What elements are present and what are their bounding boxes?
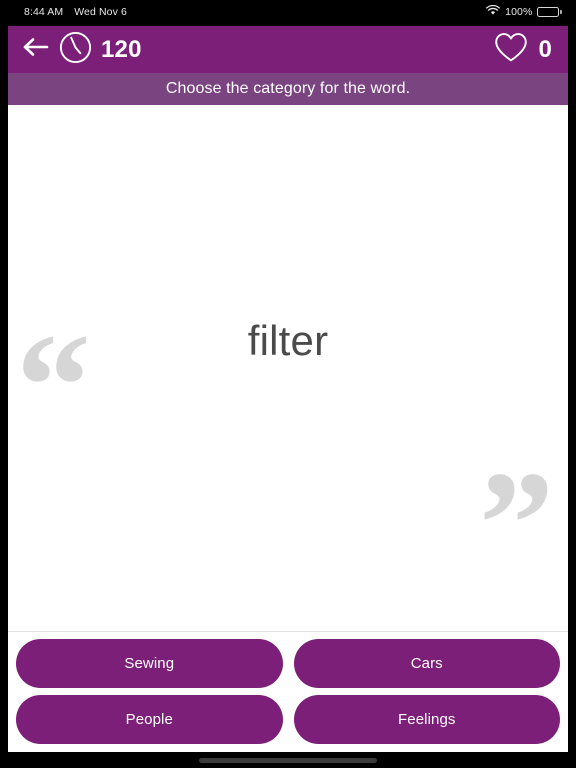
status-bar-left: 8:44 AM Wed Nov 6 — [24, 6, 127, 18]
answer-button-cars[interactable]: Cars — [293, 639, 560, 688]
device-frame: 8:44 AM Wed Nov 6 100% 120 0 Choose the … — [0, 0, 576, 768]
back-arrow-icon[interactable] — [22, 36, 50, 63]
clock-icon — [59, 31, 92, 69]
battery-full-icon — [537, 6, 562, 18]
answer-button-people[interactable]: People — [16, 695, 283, 744]
header-left-group: 120 — [22, 31, 142, 69]
answer-button-sewing[interactable]: Sewing — [16, 639, 283, 688]
timer-value: 120 — [101, 35, 142, 63]
heart-icon — [494, 32, 528, 68]
status-date: Wed Nov 6 — [74, 6, 127, 18]
status-bar-right: 100% — [486, 4, 562, 19]
status-bar: 8:44 AM Wed Nov 6 100% — [0, 0, 576, 24]
close-quote-icon: ” — [479, 441, 554, 607]
lives-value: 0 — [538, 35, 552, 63]
home-indicator[interactable] — [199, 758, 377, 763]
answer-options: Sewing Cars People Feelings — [8, 631, 568, 752]
header-right-group: 0 — [494, 32, 552, 68]
instruction-bar: Choose the category for the word. — [8, 73, 568, 105]
instruction-text: Choose the category for the word. — [165, 80, 411, 97]
answer-row: People Feelings — [16, 695, 560, 744]
status-time: 8:44 AM — [24, 6, 64, 18]
app-header: 120 0 — [8, 26, 568, 73]
answer-button-feelings[interactable]: Feelings — [293, 695, 560, 744]
battery-percent-label: 100% — [505, 6, 533, 18]
wifi-icon — [486, 4, 500, 19]
answer-row: Sewing Cars — [16, 639, 560, 688]
app-viewport: 120 0 Choose the category for the word. … — [8, 26, 568, 752]
prompt-word: filter — [247, 317, 329, 364]
word-card: “ ” filter — [8, 105, 568, 631]
